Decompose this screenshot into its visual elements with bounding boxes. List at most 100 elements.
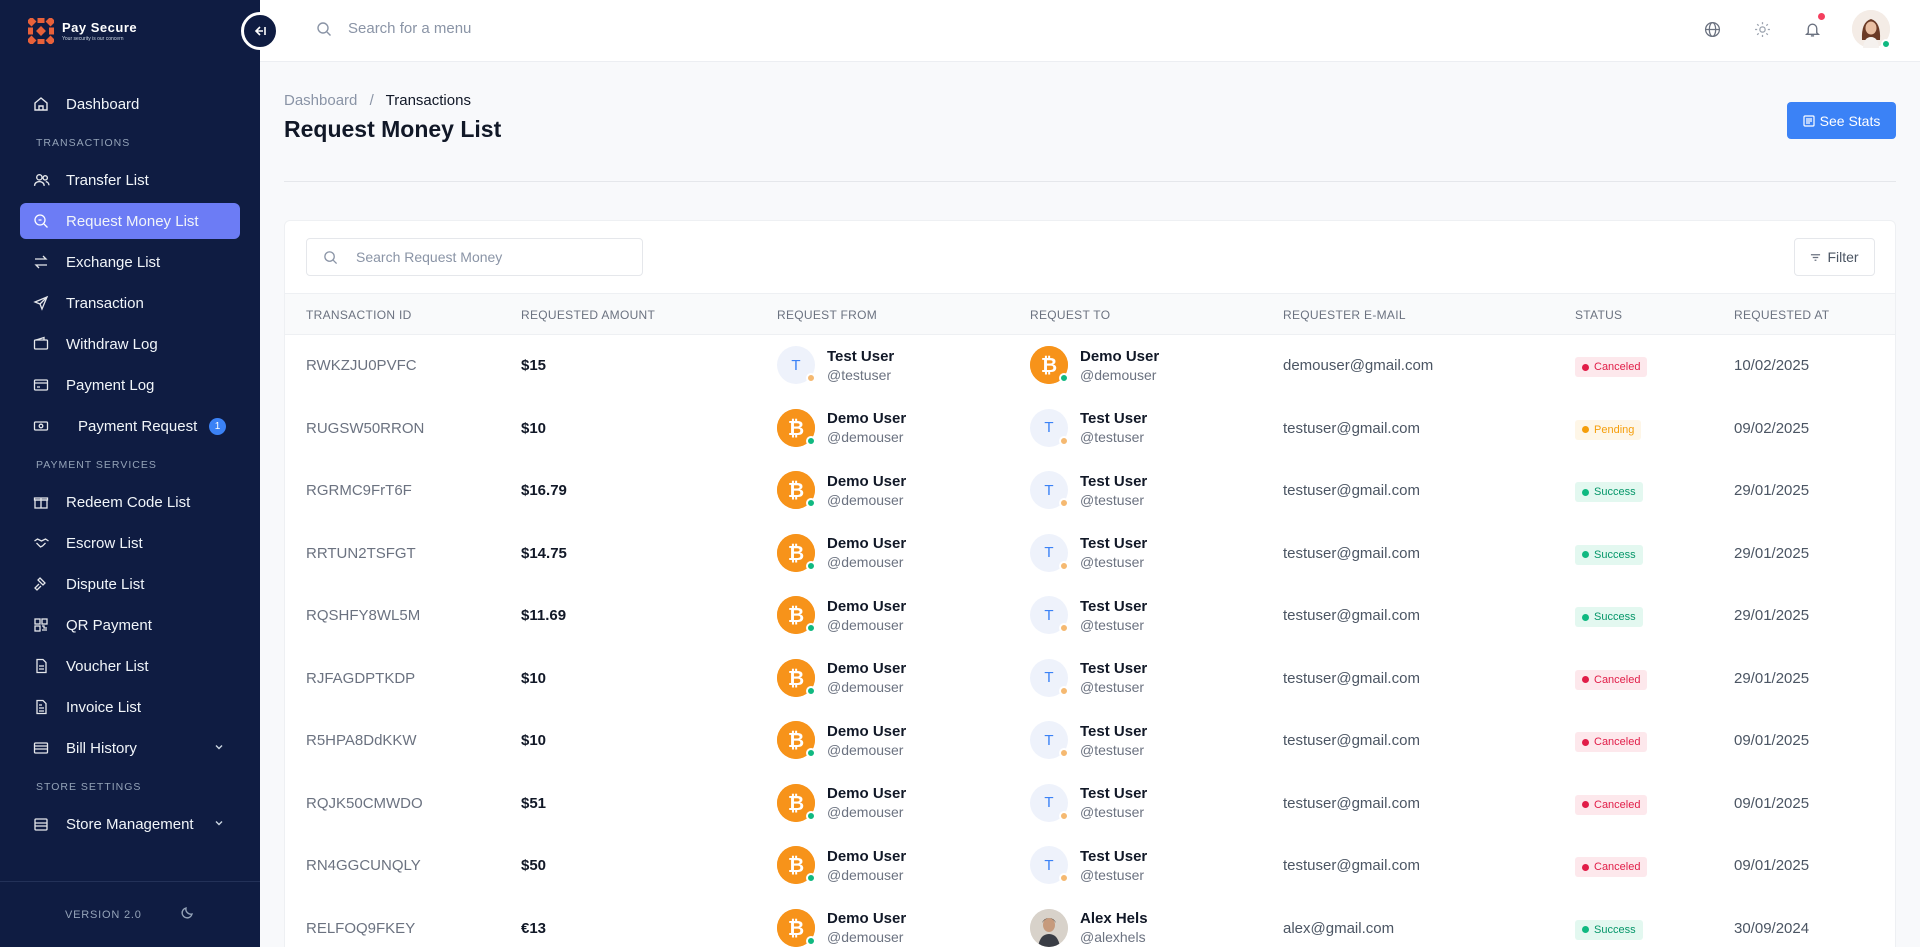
request-to-user[interactable]: T Test User @testuser [1030, 846, 1147, 884]
column-header[interactable]: TRANSACTION ID [306, 308, 412, 322]
initial-avatar: T [1030, 658, 1069, 697]
table-row[interactable]: RELFOQ9FKEY €13 ₿ Demo User @demouser Alex He… [285, 898, 1895, 947]
column-header[interactable]: REQUEST TO [1030, 308, 1110, 322]
status-dot [1582, 426, 1589, 433]
request-from-user[interactable]: ₿ Demo User @demouser [777, 846, 906, 884]
request-to-user[interactable]: Alex Hels @alexhels [1030, 908, 1148, 947]
qr-icon [32, 616, 50, 634]
sidebar-item-dispute-list[interactable]: Dispute List [20, 566, 240, 602]
send-icon [32, 294, 50, 312]
table-row[interactable]: RRTUN2TSFGT $14.75 ₿ Demo User @demouser T Tes… [285, 523, 1895, 586]
request-to-user[interactable]: T Test User @testuser [1030, 783, 1147, 822]
request-to-user[interactable]: T Test User @testuser [1030, 471, 1147, 509]
sidebar-item-escrow-list[interactable]: Escrow List [20, 525, 240, 561]
requester-email: testuser@gmail.com [1283, 794, 1420, 812]
sidebar-item-bill-history[interactable]: Bill History [20, 730, 240, 766]
table-search-input[interactable]: Search Request Money [306, 238, 643, 276]
sidebar-item-qr-payment[interactable]: QR Payment [20, 607, 240, 643]
column-header[interactable]: REQUEST FROM [777, 308, 877, 322]
see-stats-button[interactable]: See Stats [1787, 102, 1896, 139]
request-from-user[interactable]: ₿ Demo User @demouser [777, 908, 906, 947]
user-name: Demo User [827, 722, 907, 740]
sidebar-item-invoice-list[interactable]: Invoice List [20, 689, 240, 725]
sidebar-item-payment-log[interactable]: Payment Log [20, 367, 240, 403]
table-row[interactable]: RN4GGCUNQLY $50 ₿ Demo User @demouser T Test U… [285, 835, 1895, 898]
table-row[interactable]: RGRMC9FrT6F $16.79 ₿ Demo User @demouser T Tes… [285, 460, 1895, 523]
request-to-user[interactable]: ₿ Demo User @demouser [1030, 346, 1159, 384]
status-dot [1582, 488, 1589, 496]
gear-icon[interactable] [1752, 19, 1772, 39]
request-to-user[interactable]: T Test User @testuser [1030, 596, 1147, 634]
avatar[interactable] [1852, 10, 1891, 49]
request-from-user[interactable]: ₿ Demo User @demouser [777, 471, 906, 509]
request-to-user[interactable]: T Test User @testuser [1030, 533, 1147, 572]
filter-button[interactable]: Filter [1794, 238, 1875, 276]
sidebar-item-redeem-code-list[interactable]: Redeem Code List [20, 484, 240, 520]
status-dot [1582, 363, 1589, 371]
request-from-user[interactable]: ₿ Demo User @demouser [777, 533, 907, 572]
sidebar-item-withdraw-log[interactable]: Withdraw Log [20, 326, 240, 362]
svg-text:₿: ₿ [788, 916, 804, 940]
page-title: Request Money List [284, 116, 502, 142]
table-row[interactable]: RQSHFY8WL5M $11.69 ₿ Demo User @demouser T Tes… [285, 585, 1895, 648]
table-row[interactable]: RWKZJU0PVFC $15 T Test User @testuser ₿ Demo U… [285, 335, 1895, 398]
status-label: Success [1594, 486, 1636, 498]
request-from-user[interactable]: ₿ Demo User @demouser [777, 783, 907, 822]
chevron-down-icon[interactable] [214, 741, 224, 755]
request-from-user[interactable]: T Test User @testuser [777, 346, 894, 384]
breadcrumb-current: Transactions [385, 92, 471, 109]
user-handle: @testuser [1080, 616, 1145, 633]
bitcoin-avatar-icon: ₿ [777, 533, 816, 572]
bitcoin-avatar-icon: ₿ [777, 721, 816, 759]
sidebar-item-dashboard[interactable]: Dashboard [20, 86, 240, 122]
brand-logo[interactable]: Pay Secure Your security is our concern [28, 18, 137, 44]
user-handle: @demouser [827, 741, 904, 758]
request-from-user[interactable]: ₿ Demo User @demouser [777, 721, 906, 759]
table-row[interactable]: RQJK50CMWDO $51 ₿ Demo User @demouser T Test U… [285, 773, 1895, 836]
column-header[interactable]: REQUESTED AT [1734, 308, 1829, 322]
money-icon [32, 417, 50, 435]
breadcrumb: Dashboard / Transactions [284, 92, 471, 109]
column-header[interactable]: STATUS [1575, 308, 1622, 322]
column-header[interactable]: REQUESTED AMOUNT [521, 308, 655, 322]
request-from-user[interactable]: ₿ Demo User @demouser [777, 658, 906, 697]
sidebar-item-request-money-list[interactable]: Request Money List [20, 203, 240, 239]
status-badge: Canceled [1575, 669, 1648, 690]
user-handle: @testuser [1080, 679, 1145, 695]
breadcrumb-root[interactable]: Dashboard [284, 92, 357, 109]
menu-search[interactable]: Search for a menu [316, 20, 471, 37]
dark-mode-toggle-icon[interactable] [180, 904, 196, 923]
table-row[interactable]: R5HPA8DdKKW $10 ₿ Demo User @demouser T Test U… [285, 710, 1895, 773]
request-from-user[interactable]: ₿ Demo User @demouser [777, 408, 906, 447]
exchange-icon [32, 253, 50, 271]
status-dot [1582, 926, 1589, 933]
sidebar-item-payment-request[interactable]: Payment Request 1 [20, 408, 240, 444]
user-name: Demo User [827, 785, 907, 802]
menu-search-input[interactable]: Search for a menu [348, 20, 471, 37]
sidebar-item-voucher-list[interactable]: Voucher List [20, 648, 240, 684]
table-row[interactable]: RUGSW50RRON $10 ₿ Demo User @demouser T Test U… [285, 398, 1895, 461]
online-status-dot [806, 810, 816, 821]
sidebar-item-exchange-list[interactable]: Exchange List [20, 244, 240, 280]
home-icon [32, 95, 50, 113]
sidebar-collapse-button[interactable] [241, 12, 279, 50]
request-to-user[interactable]: T Test User @testuser [1030, 721, 1147, 759]
language-icon[interactable] [1702, 19, 1722, 39]
request-to-user[interactable]: T Test User @testuser [1030, 658, 1147, 697]
table-row[interactable]: RJFAGDPTKDP $10 ₿ Demo User @demouser T Test U… [285, 648, 1895, 711]
sidebar-item-store-management[interactable]: Store Management [20, 806, 240, 842]
request-to-user[interactable]: T Test User @testuser [1030, 408, 1147, 447]
column-header[interactable]: REQUESTER E-MAIL [1283, 308, 1406, 322]
user-handle: @demouser [827, 429, 904, 445]
requested-amount: $50 [521, 857, 547, 874]
user-name: Demo User [827, 535, 907, 552]
sidebar-item-transaction[interactable]: Transaction [20, 285, 240, 321]
user-handle: @demouser [827, 929, 904, 945]
bell-icon[interactable] [1802, 13, 1825, 39]
requested-amount: $10 [521, 732, 547, 749]
request-from-user[interactable]: ₿ Demo User @demouser [777, 596, 906, 634]
status-dot [1582, 863, 1589, 871]
chevron-down-icon[interactable] [214, 817, 224, 831]
sidebar-item-transfer-list[interactable]: Transfer List [20, 162, 240, 198]
status-dot [1582, 738, 1589, 746]
